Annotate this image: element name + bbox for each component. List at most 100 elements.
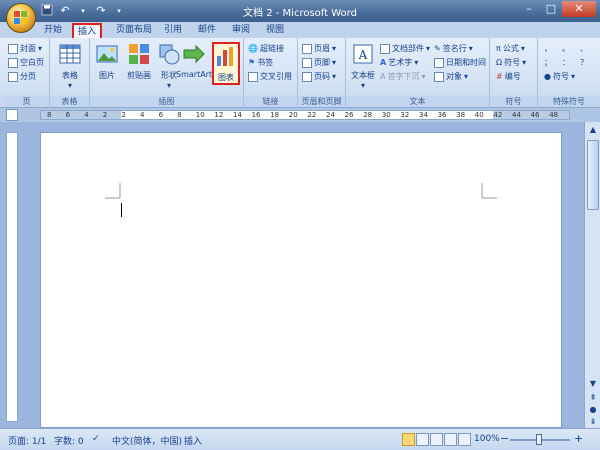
hyperlink-icon: 🌐 (248, 44, 258, 53)
minimize-icon[interactable]: – (518, 1, 540, 17)
tab-insert[interactable]: 插入 (72, 23, 102, 38)
question-symbol-button[interactable]: ？ (580, 56, 588, 69)
horizontal-ruler[interactable]: 8 6 4 2 2 4 6 8 10 12 14 16 18 20 22 24 26 28 30 32 34 36 38 40… (40, 110, 570, 120)
page-count[interactable]: 页面: 1/1 (8, 434, 46, 447)
semicolon-symbol-button[interactable]: ； (544, 56, 552, 69)
crop-mark-top-left (105, 183, 121, 199)
tab-mailings[interactable]: 邮件 (194, 23, 220, 38)
scroll-up-icon[interactable]: ▲ (587, 124, 599, 136)
language-indicator[interactable]: 中文(简体，中国) (112, 434, 182, 447)
ruler-number: 46 (530, 111, 540, 119)
ruler-number: 24 (326, 111, 335, 119)
cross-reference-icon (248, 71, 258, 82)
document-page[interactable] (40, 132, 562, 428)
insert-mode-indicator[interactable]: 插入 (184, 434, 202, 447)
tab-home[interactable]: 开始 (38, 23, 68, 38)
group-label-tables: 表格 (50, 96, 89, 107)
tab-selector-button[interactable] (6, 109, 18, 121)
colon-symbol-button[interactable]: ： (562, 56, 570, 69)
page-break-icon (8, 71, 18, 82)
chevron-down-icon: ▾ (332, 58, 337, 67)
ruler-number: 34 (419, 111, 428, 119)
page-break-button[interactable]: 分页 (8, 70, 36, 83)
comma-symbol-button[interactable]: ， (544, 42, 552, 55)
period-symbol-button[interactable]: 。 (562, 42, 570, 55)
wordart-button[interactable]: A 艺术字 ▾ (380, 56, 418, 69)
ruler-number: 42 (493, 111, 503, 119)
scroll-down-icon[interactable]: ▼ (587, 378, 599, 390)
ribbon: 封面 ▾ 空白页 分页 页 表格 ▾ 表格 图片 剪贴画 形状 ▾ SmartA… (0, 38, 600, 108)
footer-button[interactable]: 页脚 ▾ (302, 56, 336, 69)
smartart-icon (183, 44, 205, 64)
group-label-symbols: 符号 (490, 96, 537, 107)
quick-parts-button[interactable]: 文档部件 ▾ (380, 42, 430, 55)
zoom-in-button[interactable]: + (574, 432, 583, 445)
window-controls: – □ ✕ (518, 1, 596, 17)
blank-page-button[interactable]: 空白页 (8, 56, 44, 69)
ruler-number: 36 (437, 111, 447, 119)
maximize-icon[interactable]: □ (540, 1, 562, 17)
object-button[interactable]: 对象 ▾ (434, 70, 468, 83)
next-page-icon[interactable]: ⇟ (587, 416, 599, 428)
chevron-down-icon: ▾ (332, 44, 337, 53)
draft-view-icon[interactable] (458, 433, 471, 446)
pi-icon: π (496, 44, 501, 53)
numbering-icon: # (496, 72, 503, 81)
previous-page-icon[interactable]: ⇞ (587, 392, 599, 404)
group-illustrations: 图片 剪贴画 形状 ▾ SmartArt 图表 插图 (90, 38, 244, 108)
chevron-down-icon: ▾ (464, 72, 469, 81)
date-time-button[interactable]: 日期和时间 (434, 56, 486, 69)
tab-view[interactable]: 视图 (262, 23, 288, 38)
ruler-number: 22 (307, 111, 317, 119)
zoom-out-button[interactable]: − (500, 432, 509, 445)
page-number-button[interactable]: 页码 ▾ (302, 70, 336, 83)
ribbon-tabs: 开始 插入 页面布局 引用 邮件 审阅 视图 (0, 22, 600, 38)
cover-page-button[interactable]: 封面 ▾ (8, 42, 42, 55)
web-layout-view-icon[interactable] (430, 433, 443, 446)
symbol-button[interactable]: Ω 符号 ▾ (496, 56, 526, 69)
vertical-scrollbar[interactable]: ▲ ▼ ⇞ ● ⇟ (584, 122, 600, 428)
equation-button[interactable]: π 公式 ▾ (496, 42, 525, 55)
cross-reference-button[interactable]: 交叉引用 (248, 70, 292, 83)
word-count[interactable]: 字数: 0 (54, 434, 84, 447)
hyperlink-button[interactable]: 🌐 超链接 (248, 42, 284, 55)
status-bar: 页面: 1/1 字数: 0 ✓ 中文(简体，中国) 插入 100% − + (0, 428, 600, 450)
smartart-button[interactable]: SmartArt (176, 42, 212, 79)
signature-line-button[interactable]: ✎ 签名行 ▾ (434, 42, 473, 55)
ruler-number: 16 (251, 111, 261, 119)
table-button[interactable]: 表格 ▾ (53, 42, 87, 90)
print-layout-view-icon[interactable] (402, 433, 415, 446)
header-button[interactable]: 页眉 ▾ (302, 42, 336, 55)
ruler-number: 32 (400, 111, 410, 119)
picture-button[interactable]: 图片 (90, 42, 124, 81)
zoom-level[interactable]: 100% (474, 434, 500, 444)
clip-art-button[interactable]: 剪贴画 (122, 42, 156, 81)
ruler-number: 26 (344, 111, 354, 119)
group-special-symbols: ， 。 、 ； ： ？ ● 符号 ▾ 特殊符号 (538, 38, 600, 108)
enum-comma-symbol-button[interactable]: 、 (580, 42, 588, 55)
proofing-icon[interactable]: ✓ (92, 434, 100, 444)
chevron-down-icon: ▾ (67, 81, 72, 90)
picture-icon (96, 45, 118, 63)
tab-references[interactable]: 引用 (160, 23, 186, 38)
blank-page-icon (8, 57, 18, 68)
browse-object-icon[interactable]: ● (587, 404, 599, 416)
full-screen-reading-view-icon[interactable] (416, 433, 429, 446)
numbering-button[interactable]: # 编号 (496, 70, 521, 83)
chart-button[interactable]: 图表 (212, 42, 240, 85)
tab-review[interactable]: 审阅 (228, 23, 254, 38)
scroll-thumb[interactable] (587, 140, 599, 210)
bookmark-button[interactable]: ⚑ 书签 (248, 56, 273, 69)
text-box-button[interactable]: A 文本框 ▾ (348, 42, 378, 90)
vertical-ruler[interactable] (6, 132, 18, 422)
zoom-slider-thumb[interactable] (536, 434, 542, 445)
ruler-number: 6 (65, 111, 71, 119)
special-symbol-button[interactable]: ● 符号 ▾ (544, 70, 575, 83)
tab-page-layout[interactable]: 页面布局 (108, 23, 160, 38)
ruler-left-margin (41, 111, 121, 119)
office-button[interactable] (6, 3, 36, 33)
outline-view-icon[interactable] (444, 433, 457, 446)
close-icon[interactable]: ✕ (562, 1, 596, 17)
chevron-down-icon: ▾ (166, 81, 171, 90)
ruler-number: 38 (456, 111, 466, 119)
